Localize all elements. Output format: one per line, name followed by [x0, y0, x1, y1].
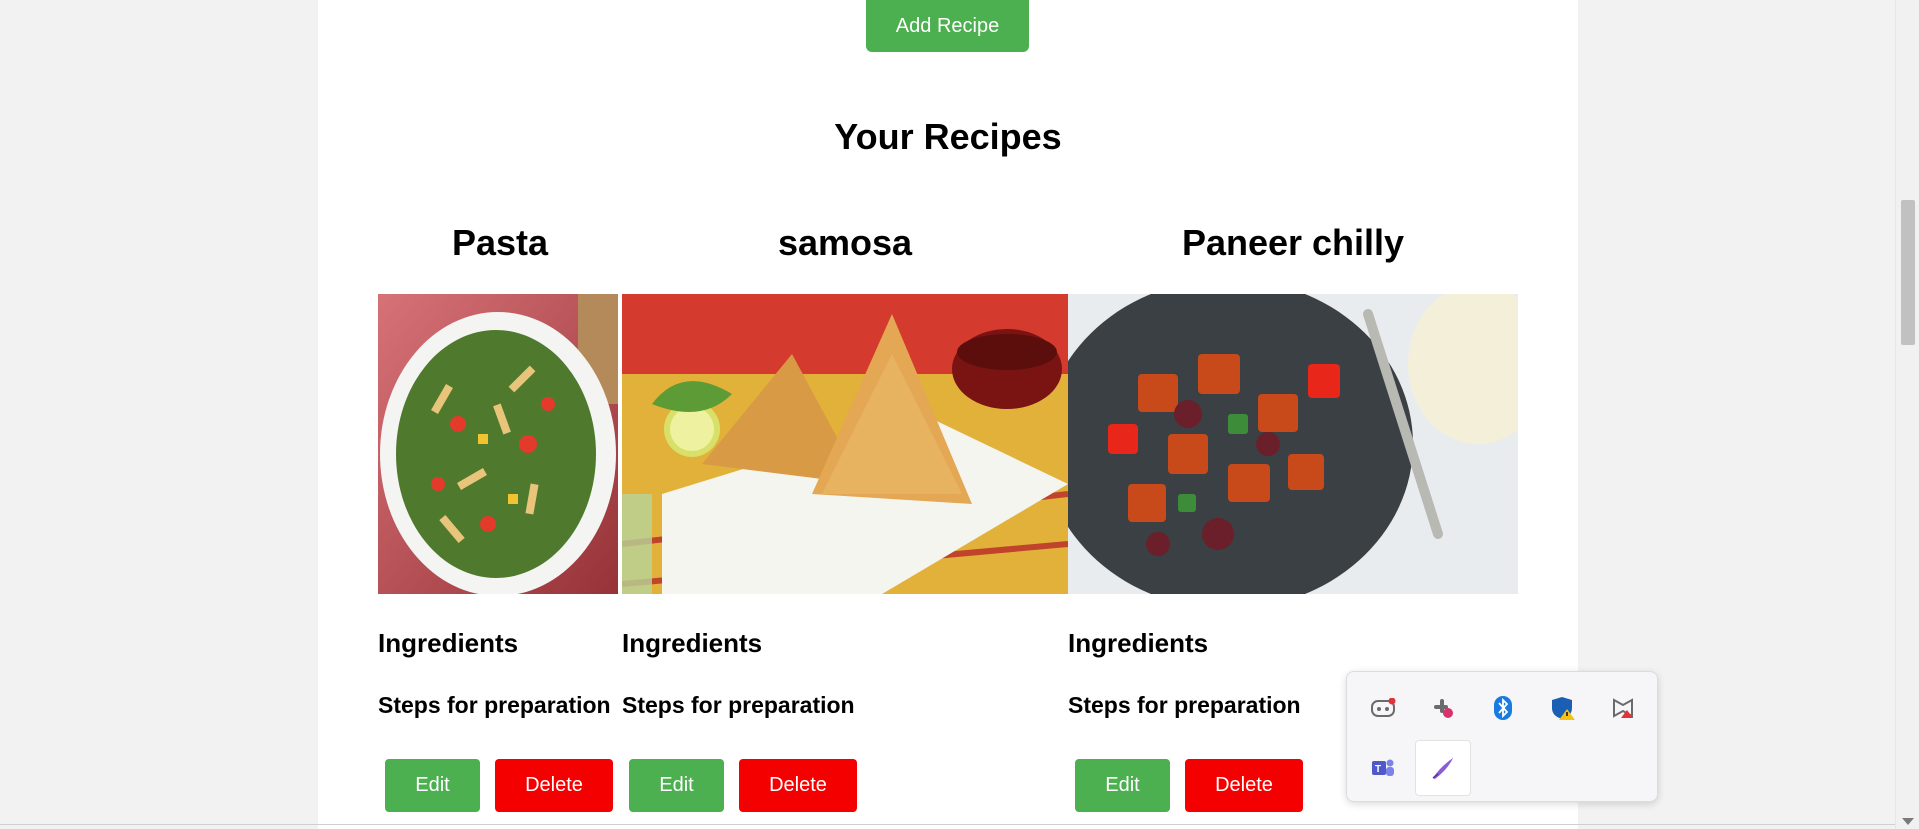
teams-icon[interactable]: T	[1361, 746, 1405, 790]
steps-heading: Steps for preparation	[378, 692, 611, 718]
steps-heading: Steps for preparation	[1068, 692, 1301, 718]
slack-icon[interactable]	[1421, 686, 1465, 730]
mcafee-icon[interactable]	[1601, 686, 1645, 730]
recipe-image-pasta	[378, 294, 618, 594]
scroll-down-arrow-icon[interactable]	[1902, 818, 1914, 825]
svg-text:T: T	[1375, 764, 1381, 775]
discord-icon[interactable]	[1361, 686, 1405, 730]
ingredients-heading: Ingredients	[622, 628, 763, 658]
bluetooth-icon[interactable]	[1481, 686, 1525, 730]
recipe-title: Paneer chilly	[1181, 222, 1405, 263]
bottom-divider	[0, 824, 1895, 825]
recipe-title: samosa	[777, 222, 913, 263]
ingredients-heading: Ingredients	[1068, 628, 1209, 658]
system-tray-overflow: T	[1346, 671, 1658, 802]
edit-button[interactable]: Edit	[629, 759, 724, 812]
vertical-scrollbar[interactable]	[1895, 0, 1919, 829]
recipe-card-samosa: samosa Ingredients Steps for preparation…	[622, 218, 1068, 812]
pen-icon[interactable]	[1415, 740, 1471, 796]
recipe-card-paneer-chilly: Paneer chilly Ingredients Steps for prep…	[1068, 218, 1518, 812]
recipe-card-pasta: Pasta Ingredients Steps for preparation …	[378, 218, 622, 812]
recipe-title: Pasta	[451, 222, 549, 263]
ingredients-heading: Ingredients	[378, 628, 519, 658]
delete-button[interactable]: Delete	[739, 759, 857, 812]
delete-button[interactable]: Delete	[1185, 759, 1303, 812]
scrollbar-thumb[interactable]	[1901, 200, 1915, 345]
windows-security-icon[interactable]	[1541, 686, 1585, 730]
recipe-image-samosa	[622, 294, 1068, 594]
delete-button[interactable]: Delete	[495, 759, 613, 812]
edit-button[interactable]: Edit	[1075, 759, 1170, 812]
recipe-image-paneer-chilly	[1068, 294, 1518, 594]
add-recipe-button[interactable]: Add Recipe	[866, 0, 1029, 52]
edit-button[interactable]: Edit	[385, 759, 480, 812]
page-title: Your Recipes	[834, 116, 1062, 157]
steps-heading: Steps for preparation	[622, 692, 855, 718]
